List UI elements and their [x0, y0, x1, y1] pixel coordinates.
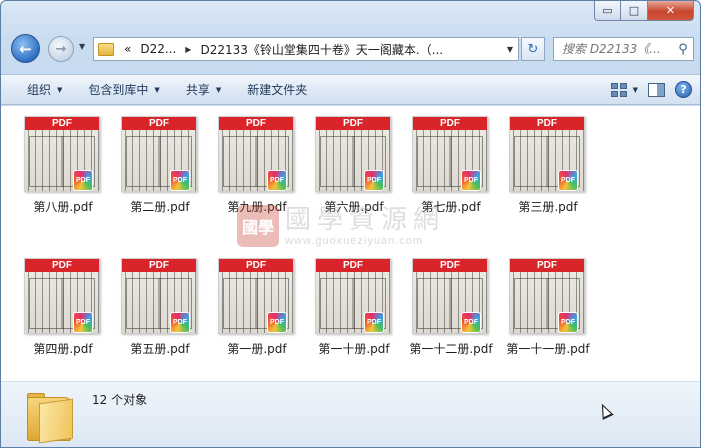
file-item[interactable]: PDF PDF 第一册.pdf	[209, 250, 305, 368]
mouse-cursor-icon	[596, 401, 614, 420]
pdf-banner: PDF	[413, 259, 487, 272]
file-name[interactable]: 第八册.pdf	[7, 198, 119, 215]
search-input[interactable]	[554, 42, 673, 56]
address-bar[interactable]: « D22... ▶ D22133《铃山堂集四十卷》天一阁藏本.（... ▼	[93, 37, 519, 61]
pdf-app-icon: PDF	[73, 312, 93, 333]
pdf-app-icon: PDF	[364, 312, 384, 333]
pdf-banner: PDF	[510, 117, 584, 130]
arrow-left-icon: ←	[19, 39, 32, 58]
file-name[interactable]: 第一册.pdf	[201, 340, 313, 357]
pdf-app-icon: PDF	[267, 312, 287, 333]
folder-icon	[27, 391, 73, 444]
maximize-button[interactable]: □	[621, 1, 648, 21]
pdf-banner: PDF	[122, 117, 196, 130]
include-in-library-menu[interactable]: 包含到库中 ▼	[75, 75, 172, 104]
file-item[interactable]: PDF PDF 第四册.pdf	[15, 250, 111, 368]
share-menu[interactable]: 共享 ▼	[173, 75, 234, 104]
pdf-banner: PDF	[25, 259, 99, 272]
help-icon[interactable]: ?	[675, 81, 692, 98]
pdf-banner: PDF	[316, 259, 390, 272]
caret-down-icon: ▼	[215, 85, 222, 94]
file-item[interactable]: PDF PDF 第五册.pdf	[112, 250, 208, 368]
pdf-app-icon: PDF	[558, 312, 578, 333]
file-item[interactable]: PDF PDF 第一十二册.pdf	[403, 250, 499, 368]
new-folder-button[interactable]: 新建文件夹	[234, 75, 320, 104]
watermark-title: 國學資源網	[285, 205, 446, 235]
address-dropdown-button[interactable]: ▼	[502, 45, 518, 54]
breadcrumb-item-parent[interactable]: D22...	[140, 42, 176, 56]
command-bar: 组织 ▼ 包含到库中 ▼ 共享 ▼ 新建文件夹 ▼ ?	[1, 74, 700, 105]
breadcrumb-item-current[interactable]: D22133《铃山堂集四十卷》天一阁藏本.（...	[200, 41, 443, 58]
watermark-seal: 國學	[237, 205, 279, 247]
minimize-button[interactable]: ▭	[594, 1, 621, 21]
organize-label: 组织	[27, 83, 52, 97]
forward-button[interactable]: →	[48, 36, 74, 62]
share-label: 共享	[185, 83, 210, 97]
pdf-banner: PDF	[122, 259, 196, 272]
pdf-app-icon: PDF	[267, 170, 287, 191]
file-item[interactable]: PDF PDF 第二册.pdf	[112, 108, 208, 226]
caret-down-icon: ▼	[154, 85, 160, 94]
pdf-banner: PDF	[219, 259, 293, 272]
file-item[interactable]: PDF PDF 第一十一册.pdf	[500, 250, 596, 368]
pdf-app-icon: PDF	[461, 312, 481, 333]
file-name[interactable]: 第一十二册.pdf	[395, 340, 507, 357]
navigation-bar: ← → ▼ « D22... ▶ D22133《铃山堂集四十卷》天一阁藏本.（.…	[7, 31, 694, 65]
pdf-app-icon: PDF	[73, 170, 93, 191]
explorer-window: ▭ □ ✕ ← → ▼ « D22... ▶ D22133《铃山堂集四十卷》天一…	[0, 0, 701, 448]
back-button[interactable]: ←	[11, 34, 40, 63]
refresh-button[interactable]: ↻	[521, 37, 545, 61]
pdf-app-icon: PDF	[461, 170, 481, 191]
file-name[interactable]: 第一十一册.pdf	[492, 340, 604, 357]
file-item[interactable]: PDF PDF 第一十册.pdf	[306, 250, 402, 368]
caret-down-icon: ▼	[57, 85, 63, 94]
pdf-banner: PDF	[510, 259, 584, 272]
breadcrumb-overflow[interactable]: «	[124, 42, 131, 56]
details-pane: 12 个对象	[1, 382, 700, 447]
file-item[interactable]: PDF PDF 第三册.pdf	[500, 108, 596, 226]
pdf-app-icon: PDF	[364, 170, 384, 191]
toolbar-right: ▼ ?	[610, 75, 692, 104]
include-in-library-label: 包含到库中	[88, 83, 149, 97]
view-options-dropdown[interactable]: ▼	[633, 86, 638, 94]
preview-pane-icon[interactable]	[648, 82, 665, 97]
chevron-right-icon[interactable]: ▶	[185, 45, 191, 54]
breadcrumb: « D22... ▶ D22133《铃山堂集四十卷》天一阁藏本.（...	[118, 41, 502, 58]
organize-menu[interactable]: 组织 ▼	[1, 75, 75, 104]
pdf-banner: PDF	[413, 117, 487, 130]
file-name[interactable]: 第五册.pdf	[104, 340, 216, 357]
search-box: ⚲	[553, 37, 694, 61]
caption-buttons: ▭ □ ✕	[594, 1, 694, 21]
search-icon[interactable]: ⚲	[673, 42, 693, 57]
close-button[interactable]: ✕	[648, 1, 694, 21]
file-item[interactable]: PDF PDF 第八册.pdf	[15, 108, 111, 226]
watermark-url: www.guoxueziyuan.com	[285, 235, 424, 247]
new-folder-label: 新建文件夹	[247, 83, 308, 97]
file-name[interactable]: 第一十册.pdf	[298, 340, 410, 357]
pdf-app-icon: PDF	[170, 170, 190, 191]
item-count: 12 个对象	[92, 393, 148, 407]
pdf-app-icon: PDF	[170, 312, 190, 333]
pdf-banner: PDF	[219, 117, 293, 130]
pdf-banner: PDF	[25, 117, 99, 130]
file-name[interactable]: 第四册.pdf	[7, 340, 119, 357]
view-options-icon[interactable]	[610, 82, 627, 97]
pdf-app-icon: PDF	[558, 170, 578, 191]
folder-icon	[98, 42, 114, 56]
pdf-banner: PDF	[316, 117, 390, 130]
arrow-right-icon: →	[55, 41, 67, 57]
recent-pages-dropdown[interactable]: ▼	[79, 42, 85, 51]
file-name[interactable]: 第三册.pdf	[492, 198, 604, 215]
file-name[interactable]: 第二册.pdf	[104, 198, 216, 215]
watermark-text: 國學資源網 www.guoxueziyuan.com	[285, 205, 445, 247]
watermark: 國學 國學資源網 www.guoxueziyuan.com	[237, 205, 445, 247]
refresh-icon: ↻	[527, 41, 539, 57]
